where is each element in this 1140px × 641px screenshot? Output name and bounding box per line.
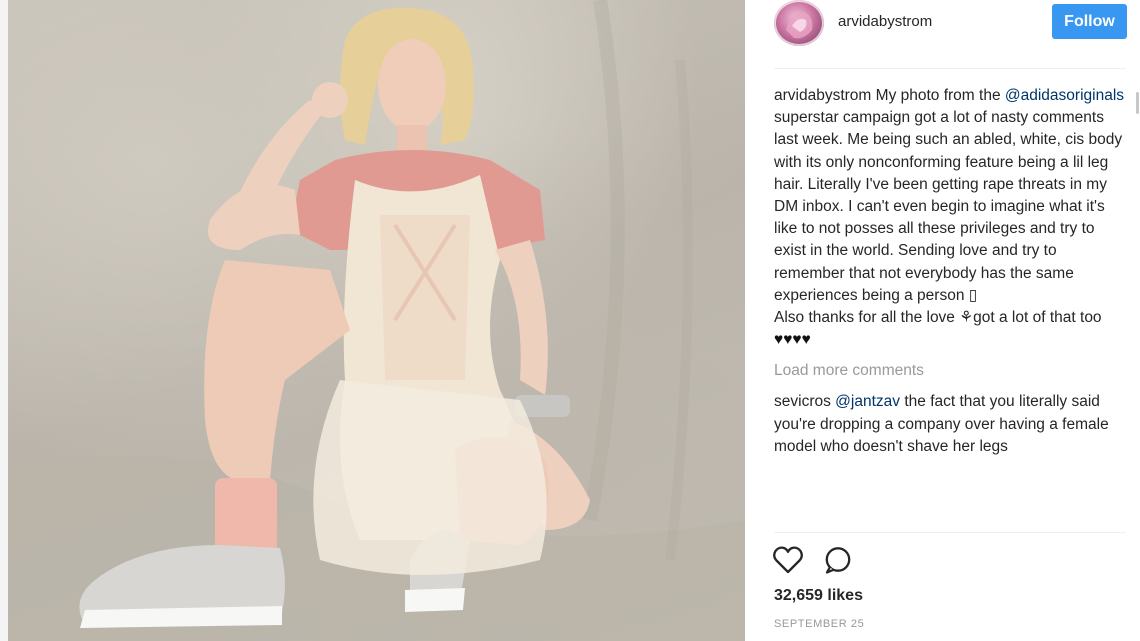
- caption-text-before: My photo from the: [875, 87, 1005, 104]
- post-header: arvidabystrom Follow: [745, 0, 1140, 60]
- caption-line2: Also thanks for all the love: [774, 309, 960, 327]
- actions-divider: [774, 532, 1126, 533]
- heart-outline-icon[interactable]: [772, 545, 804, 575]
- speech-bubble-icon[interactable]: [823, 545, 853, 575]
- plant-icon: ⚘: [959, 309, 974, 327]
- comment-mention[interactable]: @jantzav: [835, 393, 900, 410]
- missing-glyph-icon: ▯: [968, 286, 978, 304]
- caption-text-after: superstar campaign got a lot of nasty co…: [774, 109, 1123, 304]
- comment-item: sevicros @jantzav the fact that you lite…: [774, 391, 1126, 458]
- likes-count[interactable]: 32,659 likes: [774, 587, 863, 605]
- load-more-comments-link[interactable]: Load more comments: [774, 360, 1126, 382]
- header-divider: [774, 68, 1126, 69]
- photo-illustration: [0, 0, 745, 641]
- follow-button[interactable]: Follow: [1052, 4, 1127, 39]
- profile-avatar-icon[interactable]: [774, 0, 824, 46]
- caption-line2-after: got a lot of that too: [973, 309, 1102, 327]
- photo-left-edge: [0, 0, 8, 641]
- post-side-panel: arvidabystrom Follow arvidabystrom My ph…: [745, 0, 1140, 641]
- comment-username[interactable]: sevicros: [774, 393, 831, 410]
- comments-scrollbar[interactable]: [1136, 92, 1139, 114]
- post-date[interactable]: SEPTEMBER 25: [774, 618, 864, 630]
- comments-list: arvidabystrom My photo from the @adidaso…: [774, 85, 1126, 525]
- caption-mention[interactable]: @adidasoriginals: [1005, 87, 1124, 104]
- caption: arvidabystrom My photo from the @adidaso…: [774, 85, 1126, 351]
- post-photo[interactable]: [0, 0, 745, 641]
- caption-username[interactable]: arvidabystrom: [774, 87, 871, 104]
- header-username[interactable]: arvidabystrom: [838, 13, 932, 30]
- hearts-icon: ♥♥♥♥: [774, 331, 811, 349]
